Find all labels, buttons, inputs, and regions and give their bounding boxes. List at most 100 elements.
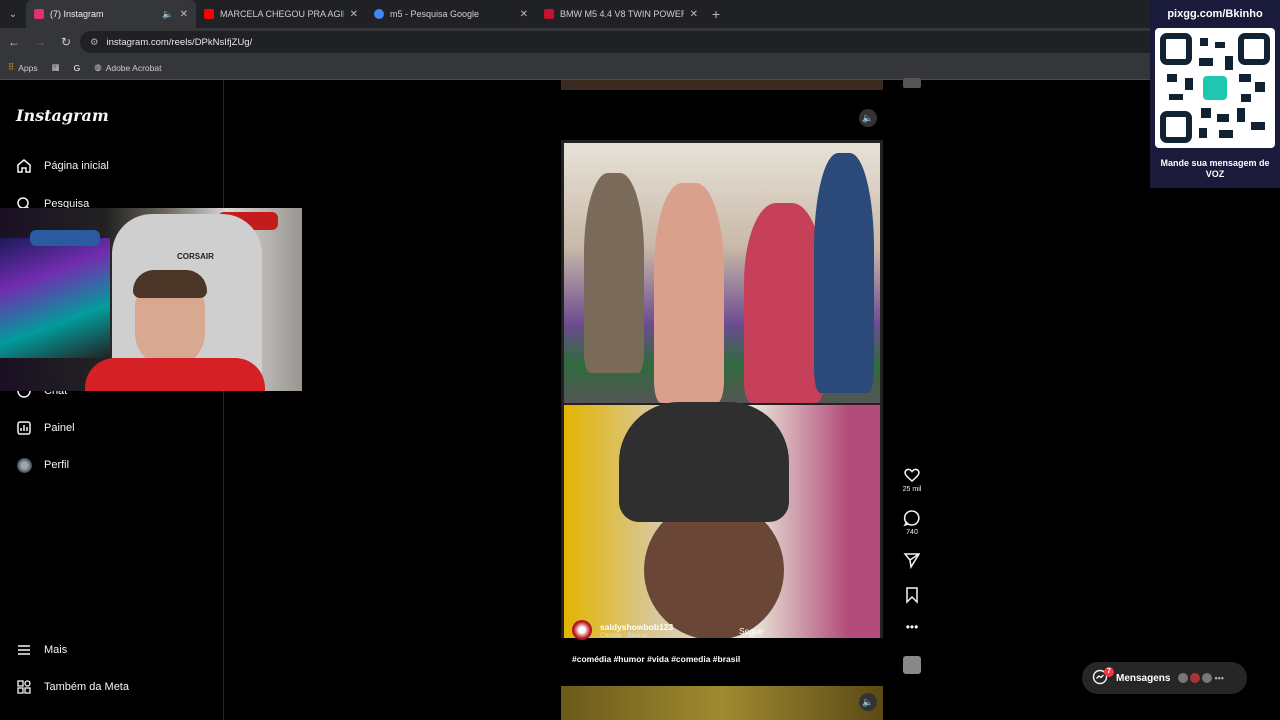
webcam-overlay: CORSAIR bbox=[0, 208, 302, 391]
bookmarks-bar: ⠿ Apps ▦ G ◍ Adobe Acrobat bbox=[0, 56, 1280, 80]
share-button[interactable] bbox=[899, 551, 925, 569]
author-avatar[interactable] bbox=[572, 620, 592, 640]
contact-avatar bbox=[1190, 673, 1201, 683]
like-count: 25 mil bbox=[902, 486, 922, 493]
bmw-favicon-icon bbox=[544, 9, 554, 19]
unread-badge: 7 bbox=[1104, 667, 1114, 677]
volume-icon[interactable]: 🔈 bbox=[859, 693, 877, 711]
next-reel-preview[interactable] bbox=[561, 686, 883, 720]
sidebar-item-label: Painel bbox=[44, 422, 75, 434]
home-icon bbox=[16, 158, 32, 174]
tab-title: BMW M5 4.4 V8 TWIN POWER bbox=[560, 9, 684, 19]
dashboard-icon bbox=[16, 420, 32, 436]
meta-grid-icon bbox=[16, 679, 32, 695]
close-tab-icon[interactable]: ✕ bbox=[520, 9, 528, 20]
address-toolbar: ← → ↻ ⚙ instagram.com/reels/DPkNsIfjZUg/ bbox=[0, 28, 1280, 56]
sidebar-item-also-from-meta[interactable]: Também da Meta bbox=[16, 679, 129, 695]
reel-caption[interactable]: #comédia #humor #vida #comedia #brasil bbox=[572, 654, 740, 664]
previous-reel-thumb[interactable] bbox=[903, 78, 921, 88]
save-button[interactable] bbox=[899, 586, 925, 604]
instagram-sidebar: Instagram Página inicial Pesquisa Chat P… bbox=[0, 80, 224, 720]
video-scene-top bbox=[564, 143, 880, 403]
pix-message: Mande sua mensagem de VOZ bbox=[1160, 158, 1270, 179]
speaker-icon[interactable]: 🔈 bbox=[162, 9, 173, 20]
url-bar[interactable]: ⚙ instagram.com/reels/DPkNsIfjZUg/ bbox=[80, 31, 1160, 53]
like-button[interactable]: 25 mil bbox=[899, 466, 925, 493]
reel-video[interactable] bbox=[561, 140, 883, 638]
sidebar-item-label: Página inicial bbox=[44, 160, 109, 172]
recent-contacts: ••• bbox=[1178, 673, 1224, 683]
heart-icon bbox=[904, 468, 920, 482]
bookmark-grid-icon[interactable]: ▦ bbox=[52, 62, 60, 73]
person bbox=[584, 173, 644, 373]
bookmark-apps[interactable]: ⠿ Apps bbox=[8, 62, 38, 73]
close-tab-icon[interactable]: ✕ bbox=[350, 9, 358, 20]
comment-button[interactable]: 740 bbox=[899, 509, 925, 536]
tab-search-icon[interactable]: ⌄ bbox=[0, 0, 26, 28]
person bbox=[814, 153, 874, 393]
contact-avatar bbox=[1178, 673, 1189, 683]
instagram-favicon-icon bbox=[34, 9, 44, 19]
tab-title: (7) Instagram bbox=[50, 9, 104, 19]
new-tab-icon[interactable]: + bbox=[706, 6, 726, 22]
youtube-favicon-icon bbox=[204, 9, 214, 19]
person bbox=[744, 203, 824, 403]
comment-count: 740 bbox=[906, 529, 918, 536]
person bbox=[654, 183, 724, 403]
toy-car bbox=[30, 230, 100, 246]
reload-icon[interactable]: ↻ bbox=[60, 35, 72, 49]
url-text: instagram.com/reels/DPkNsIfjZUg/ bbox=[106, 36, 253, 48]
streamer-shirt bbox=[85, 358, 265, 391]
send-icon bbox=[903, 553, 921, 569]
video-scene-bottom bbox=[564, 402, 880, 638]
audio-thumbnail[interactable] bbox=[903, 656, 921, 674]
messages-label: Mensagens bbox=[1116, 672, 1171, 684]
google-favicon-icon bbox=[374, 9, 384, 19]
instagram-logo[interactable]: Instagram bbox=[16, 106, 109, 125]
gaming-pc bbox=[0, 238, 110, 358]
qr-code bbox=[1155, 28, 1275, 148]
sidebar-item-label: Perfil bbox=[44, 459, 70, 471]
messages-button[interactable]: 7 Mensagens ••• bbox=[1082, 662, 1247, 694]
bookmark-google-icon[interactable]: G bbox=[74, 63, 81, 73]
sidebar-item-label: Mais bbox=[44, 644, 68, 656]
close-tab-icon[interactable]: ✕ bbox=[690, 9, 698, 20]
tab-youtube[interactable]: MARCELA CHEGOU PRA AGILIZ ✕ bbox=[196, 0, 366, 28]
sidebar-item-profile[interactable]: Perfil bbox=[16, 457, 69, 473]
bookmark-acrobat[interactable]: ◍ Adobe Acrobat bbox=[94, 62, 161, 73]
follow-button[interactable]: Seguir bbox=[739, 626, 764, 636]
cap bbox=[619, 402, 789, 522]
sidebar-item-home[interactable]: Página inicial bbox=[16, 158, 109, 174]
tab-bmw[interactable]: BMW M5 4.4 V8 TWIN POWER ✕ bbox=[536, 0, 706, 28]
forward-arrow-icon[interactable]: → bbox=[34, 35, 46, 49]
pix-url: pixgg.com/Bkinho bbox=[1167, 8, 1263, 20]
sidebar-item-label: Também da Meta bbox=[44, 681, 129, 693]
acrobat-icon: ◍ bbox=[94, 62, 102, 72]
tab-google[interactable]: m5 - Pesquisa Google ✕ bbox=[366, 0, 536, 28]
close-tab-icon[interactable]: ✕ bbox=[180, 9, 188, 20]
more-options-icon[interactable]: ••• bbox=[899, 620, 925, 634]
volume-icon[interactable]: 🔈 bbox=[859, 109, 877, 127]
apps-grid-icon: ⠿ bbox=[8, 62, 15, 72]
reel-author[interactable]: saidyshowbob123 Chezile · Beanie bbox=[572, 620, 673, 640]
sidebar-item-dashboard[interactable]: Painel bbox=[16, 420, 75, 436]
comment-icon bbox=[903, 510, 920, 527]
sidebar-item-more[interactable]: Mais bbox=[16, 642, 67, 658]
tab-bar: ⌄ (7) Instagram 🔈 ✕ MARCELA CHEGOU PRA A… bbox=[0, 0, 1280, 28]
tab-title: m5 - Pesquisa Google bbox=[390, 9, 480, 19]
back-arrow-icon[interactable]: ← bbox=[8, 35, 20, 49]
bookmark-icon bbox=[906, 587, 918, 604]
more-contacts-icon: ••• bbox=[1214, 673, 1224, 683]
tab-instagram[interactable]: (7) Instagram 🔈 ✕ bbox=[26, 0, 196, 28]
menu-icon bbox=[16, 642, 32, 658]
pix-donation-overlay: pixgg.com/Bkinho Mande sua mensagem de V… bbox=[1150, 0, 1280, 188]
contact-avatar bbox=[1202, 673, 1213, 683]
streamer-hair bbox=[133, 270, 207, 298]
tab-title: MARCELA CHEGOU PRA AGILIZ bbox=[220, 9, 344, 19]
site-info-icon[interactable]: ⚙ bbox=[90, 37, 99, 48]
previous-reel-edge bbox=[561, 80, 883, 90]
profile-avatar bbox=[16, 457, 32, 473]
chair-brand-text: CORSAIR bbox=[177, 252, 214, 261]
author-username[interactable]: saidyshowbob123 bbox=[600, 622, 673, 632]
song-name[interactable]: Chezile · Beanie bbox=[600, 632, 673, 639]
